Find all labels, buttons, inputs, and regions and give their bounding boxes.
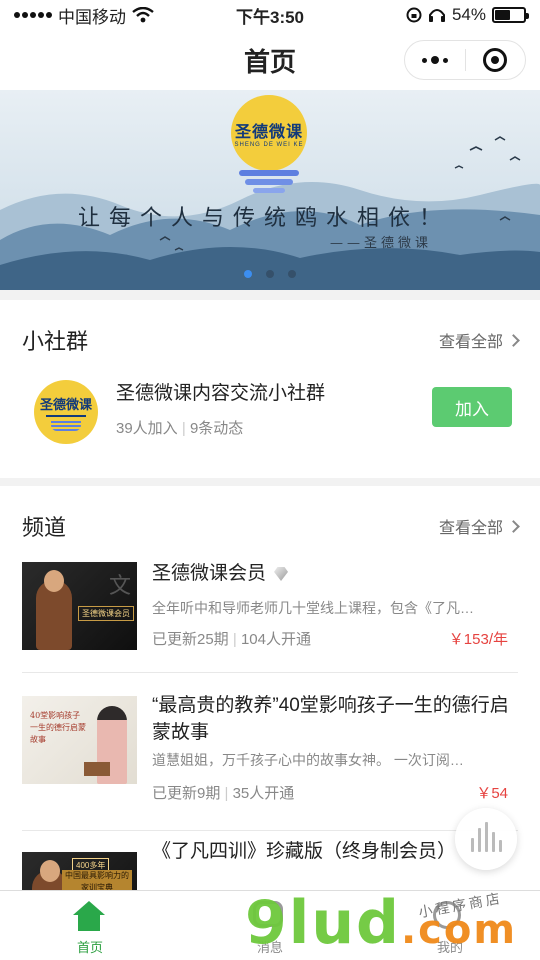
battery-fill: [495, 10, 511, 20]
chevron-right-icon: [507, 519, 520, 533]
channel-updates: 已更新25期: [152, 631, 229, 648]
thumbnail-tag: 圣德微课会员: [78, 606, 134, 621]
carousel-dot[interactable]: [266, 270, 274, 278]
community-see-all-link[interactable]: 查看全部: [438, 328, 520, 352]
status-bar: 中国移动 下午3:50 54%: [0, 0, 540, 30]
banner-signature: ——圣德微课: [330, 236, 433, 251]
audio-bar: [477, 828, 481, 852]
group-name[interactable]: 圣德微课内容交流小社群: [116, 378, 325, 405]
channel-title: “最高贵的教养”40堂影响孩子一生的德行启蒙故事: [152, 695, 509, 743]
see-all-label: 查看全部: [438, 520, 503, 537]
wave-icon: [51, 420, 81, 431]
join-group-button[interactable]: 加入: [432, 387, 512, 427]
carrier-label: 中国移动: [58, 7, 126, 27]
channel-item-virtue-stories[interactable]: 40堂影响孩子一生的德行启蒙故事 “最高贵的教养”40堂影响孩子一生的德行启蒙故…: [0, 676, 540, 806]
battery-percent: 54%: [451, 5, 486, 24]
divider: [22, 672, 518, 673]
group-posts: 9条动态: [189, 420, 244, 437]
group-avatar-text: 圣德微课: [39, 396, 92, 412]
channel-stats: 已更新25期 | 104人开通: [152, 628, 311, 649]
channel-stats: 已更新9期 | 35人开通: [152, 782, 294, 803]
channel-title-text: 圣德微课会员: [152, 563, 267, 584]
channel-description: 道慧姐姐，万千孩子心中的故事女神。 一次订阅…: [152, 752, 464, 768]
channel-price: ￥153/年: [448, 631, 508, 648]
group-members: 39人加入: [116, 420, 178, 437]
more-dots-icon: [421, 56, 448, 64]
channel-subscribers: 35人开通: [232, 785, 295, 802]
rotation-lock-icon: [406, 7, 422, 23]
carousel-dot[interactable]: [288, 270, 296, 278]
channel-thumbnail: 圣德微课会员 文: [22, 562, 137, 650]
more-button[interactable]: [405, 41, 465, 79]
group-avatar[interactable]: 圣德微课: [34, 380, 98, 444]
channel-description: 全年听中和导师老师几十堂线上课程，包含《了凡…: [152, 600, 474, 616]
watermark-main: 9lud: [245, 888, 401, 958]
channel-price: ￥54: [476, 785, 508, 802]
diamond-icon: [274, 566, 289, 581]
audio-bar: [484, 822, 488, 852]
audio-player-button[interactable]: [455, 808, 517, 870]
community-title: 小社群: [22, 329, 89, 354]
tab-home[interactable]: 首页: [0, 891, 180, 960]
thumbnail-character: 文: [108, 574, 131, 599]
table-decoration: [84, 762, 110, 776]
thumbnail-text: 40堂影响孩子一生的德行启蒙故事: [30, 711, 86, 744]
banner-carousel[interactable]: 圣德微课 SHENG DE WEI KE 让每个人与传统鸥水相依！ ——圣德微课: [0, 90, 540, 290]
audio-bar: [491, 832, 495, 852]
target-icon: [483, 48, 508, 72]
teacher-photo: [36, 570, 72, 650]
channel-thumbnail: 40堂影响孩子一生的德行启蒙故事: [22, 696, 137, 784]
divider: [22, 830, 518, 831]
channels-header: 频道 查看全部: [22, 510, 520, 542]
wifi-icon: [132, 7, 154, 23]
status-right: 54%: [406, 5, 529, 25]
stat-separator: |: [181, 420, 186, 437]
stat-separator: |: [232, 631, 237, 648]
battery-icon: [492, 7, 529, 23]
home-icon: [73, 901, 107, 931]
channel-thumbnail: 400多年 中国最具影响力的家训宝典: [22, 852, 137, 890]
audio-bar: [470, 838, 474, 852]
banner-logo-waves: [239, 170, 299, 193]
banner-logo-subtitle: SHENG DE WEI KE: [234, 142, 304, 148]
channel-title: 圣德微课会员: [152, 560, 520, 587]
carousel-indicators: [0, 270, 540, 278]
channel-item-membership[interactable]: 圣德微课会员 文 圣德微课会员 全年听中和导师老师几十堂线上课程，包含《了凡… …: [0, 542, 540, 672]
banner-slogan: 让每个人与传统鸥水相依！: [78, 206, 451, 231]
mini-program-capsule: [404, 40, 526, 80]
signal-icon: [14, 12, 52, 18]
chevron-right-icon: [507, 333, 520, 347]
close-mini-program-button[interactable]: [466, 41, 526, 79]
community-section: 小社群 查看全部 圣德微课 圣德微课内容交流小社群 39人加入 | 9条动态 加…: [0, 300, 540, 478]
channel-updates: 已更新9期: [152, 785, 221, 802]
tab-label: 首页: [76, 940, 103, 955]
stat-separator: |: [224, 785, 229, 802]
thumbnail-banner: 中国最具影响力的家训宝典: [62, 870, 132, 890]
audio-bar: [498, 840, 502, 852]
carousel-dot[interactable]: [244, 270, 252, 278]
channels-see-all-link[interactable]: 查看全部: [438, 514, 520, 538]
nav-bar: 首页: [0, 30, 540, 90]
banner-logo: 圣德微课 SHENG DE WEI KE: [231, 95, 307, 171]
group-stats: 39人加入 | 9条动态: [116, 417, 243, 438]
headphones-icon: [428, 9, 445, 22]
channels-title: 频道: [22, 515, 67, 540]
see-all-label: 查看全部: [438, 334, 503, 351]
channel-subscribers: 104人开通: [240, 631, 311, 648]
community-header: 小社群 查看全部: [22, 324, 520, 356]
page-title: 首页: [243, 46, 296, 77]
banner-logo-text: 圣德微课: [234, 124, 303, 141]
status-left: 中国移动: [14, 3, 154, 28]
book-icon: [46, 414, 86, 419]
